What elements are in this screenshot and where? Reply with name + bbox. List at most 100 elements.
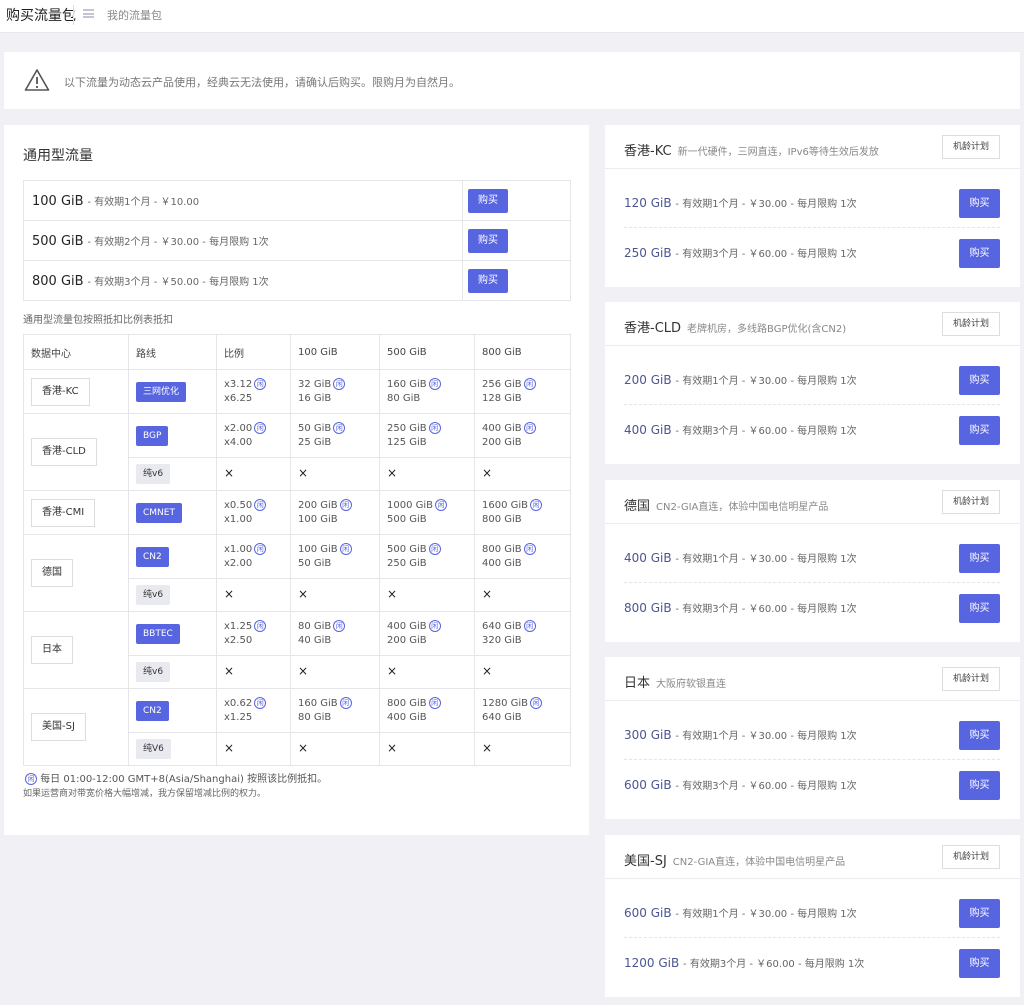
offpeak-value: x1.25 (224, 711, 253, 723)
datacenter-cell: 日本 (23, 611, 129, 689)
peak-value: 200 GiB (298, 499, 338, 511)
buy-button[interactable]: 购买 (959, 949, 1000, 978)
route-tag: BGP (136, 425, 169, 446)
package-size: 600 GiB (624, 778, 672, 792)
not-available-cell: × (379, 655, 475, 689)
region-title: 香港-KC (624, 144, 672, 159)
ratio-cell: 1280 GiB 闲 640 GiB (474, 688, 571, 733)
package-meta: - 有效期3个月 - ￥60.00 - 每月限购 1次 (675, 781, 857, 792)
ratio-cell: x1.00 闲 x2.00 (216, 534, 291, 579)
offpeak-value: 125 GiB (387, 436, 427, 448)
machine-age-plan-button[interactable]: 机龄计划 (942, 667, 1000, 691)
card-header: 日本 大阪府软银直连 机龄计划 (605, 657, 1020, 701)
idle-circle-icon: 闲 (339, 498, 352, 511)
card-header: 德国 CN2-GIA直连，体验中国电信明星产品 机龄计划 (605, 480, 1020, 524)
package-size: 250 GiB (624, 246, 672, 260)
route-tag: CN2 (136, 546, 169, 567)
package-info: 300 GiB - 有效期1个月 - ￥30.00 - 每月限购 1次 (624, 727, 857, 742)
peak-value: 80 GiB (298, 620, 332, 632)
package-size: 400 GiB (624, 551, 672, 565)
idle-circle-icon: 闲 (523, 619, 536, 632)
buy-button[interactable]: 购买 (468, 228, 508, 253)
breadcrumb[interactable]: 我的流量包 (107, 7, 162, 23)
offpeak-value: x6.25 (224, 392, 253, 404)
region-title: 德国 (624, 499, 651, 514)
offpeak-value: x1.00 (224, 513, 253, 525)
package-size: 800 GiB (624, 601, 672, 615)
package-info: 600 GiB - 有效期3个月 - ￥60.00 - 每月限购 1次 (624, 777, 857, 792)
offpeak-value: 50 GiB (298, 557, 332, 569)
buy-button[interactable]: 购买 (959, 544, 1000, 573)
cross-icon: × (224, 466, 235, 480)
peak-value: 640 GiB (482, 620, 522, 632)
buy-button[interactable]: 购买 (959, 771, 1000, 800)
card-header: 香港-CLD 老牌机房，多线路BGP优化(含CN2) 机龄计划 (605, 302, 1020, 346)
package-meta: - 有效期3个月 - ￥50.00 - 每月限购 1次 (87, 276, 269, 288)
region-card: 日本 大阪府软银直连 机龄计划 300 GiB - 有效期1个月 - ￥30.00 -… (605, 657, 1020, 819)
footnote-peak-hours: 闲 每日 01:00-12:00 GMT+8(Asia/Shanghai) 按照… (23, 770, 327, 785)
peak-value: 256 GiB (482, 378, 522, 390)
col-header: 比例 (216, 334, 291, 370)
machine-age-plan-button[interactable]: 机龄计划 (942, 490, 1000, 514)
offpeak-value: 128 GiB (482, 392, 522, 404)
machine-age-plan-button[interactable]: 机龄计划 (942, 135, 1000, 159)
buy-button[interactable]: 购买 (959, 366, 1000, 395)
region-title: 香港-CLD (624, 321, 682, 336)
col-header: 路线 (128, 334, 217, 370)
ratio-row: 香港-CMI CMNET x0.50 闲 x1.00 200 GiB 闲 100 GiB 100… (23, 490, 571, 535)
peak-value: 160 GiB (298, 697, 338, 709)
peak-value: x0.50 (224, 499, 253, 511)
datacenter-label: 香港-CLD (31, 438, 97, 466)
buy-button[interactable]: 购买 (959, 239, 1000, 268)
not-available-cell: × (290, 578, 380, 612)
ratio-cell: 640 GiB 闲 320 GiB (474, 611, 571, 656)
buy-button[interactable]: 购买 (959, 899, 1000, 928)
card-header: 香港-KC 新一代硬件，三网直连，IPv6等待生效后发放 机龄计划 (605, 125, 1020, 169)
peak-value: x0.62 (224, 697, 253, 709)
ratio-cell: 500 GiB 闲 250 GiB (379, 534, 475, 579)
package-meta: - 有效期3个月 - ￥60.00 - 每月限购 1次 (675, 604, 857, 615)
notice-text: 以下流量为动态云产品使用，经典云无法使用，请确认后购买。限购月为自然月。 (64, 76, 460, 89)
buy-button[interactable]: 购买 (959, 416, 1000, 445)
ratio-cell: 160 GiB 闲 80 GiB (290, 688, 380, 733)
col-header: 800 GiB (474, 334, 571, 370)
route-tag-ipv6: 纯V6 (136, 739, 171, 759)
cross-icon: × (298, 587, 309, 601)
idle-circle-icon: 闲 (428, 542, 441, 555)
buy-button[interactable]: 购买 (959, 594, 1000, 623)
card-header: 美国-SJ CN2-GIA直连，体验中国电信明星产品 机龄计划 (605, 835, 1020, 879)
buy-button[interactable]: 购买 (468, 268, 508, 293)
offpeak-value: 200 GiB (387, 634, 427, 646)
region-card: 美国-SJ CN2-GIA直连，体验中国电信明星产品 机龄计划 600 GiB - 有… (605, 835, 1020, 997)
offpeak-value: 400 GiB (482, 557, 522, 569)
list-icon (83, 9, 94, 18)
not-available-cell: × (379, 732, 475, 766)
datacenter-label: 德国 (31, 559, 73, 587)
buy-button[interactable]: 购买 (468, 188, 508, 213)
buy-button[interactable]: 购买 (959, 189, 1000, 218)
cross-icon: × (298, 741, 309, 755)
buy-button[interactable]: 购买 (959, 721, 1000, 750)
route-cell: 纯v6 (128, 457, 217, 491)
machine-age-plan-button[interactable]: 机龄计划 (942, 845, 1000, 869)
idle-circle-icon: 闲 (333, 377, 346, 390)
ratio-cell: 250 GiB 闲 125 GiB (379, 413, 475, 458)
machine-age-plan-button[interactable]: 机龄计划 (942, 312, 1000, 336)
package-size: 1200 GiB (624, 956, 680, 970)
idle-circle-icon: 闲 (428, 619, 441, 632)
ratio-cell: x0.62 闲 x1.25 (216, 688, 291, 733)
package-meta: - 有效期1个月 - ￥30.00 - 每月限购 1次 (675, 554, 857, 565)
package-row: 120 GiB - 有效期1个月 - ￥30.00 - 每月限购 1次 购买 (624, 179, 1000, 228)
datacenter-cell: 香港-CMI (23, 490, 129, 535)
datacenter-label: 香港-CMI (31, 498, 96, 527)
warning-icon (24, 69, 50, 91)
not-available-cell: × (379, 457, 475, 491)
top-bar: 购买流量包 我的流量包 (0, 0, 1024, 33)
ratio-cell: 32 GiB 闲 16 GiB (290, 369, 380, 414)
col-header: 100 GiB (290, 334, 380, 370)
ratio-cell: 200 GiB 闲 100 GiB (290, 490, 380, 535)
package-row: 1200 GiB - 有效期3个月 - ￥60.00 - 每月限购 1次 购买 (624, 939, 1000, 988)
package-info: 120 GiB - 有效期1个月 - ￥30.00 - 每月限购 1次 (624, 195, 857, 210)
general-package-table: 100 GiB - 有效期1个月 - ￥10.00 购买 500 GiB - 有… (23, 180, 571, 301)
route-tag-ipv6: 纯v6 (136, 585, 171, 605)
